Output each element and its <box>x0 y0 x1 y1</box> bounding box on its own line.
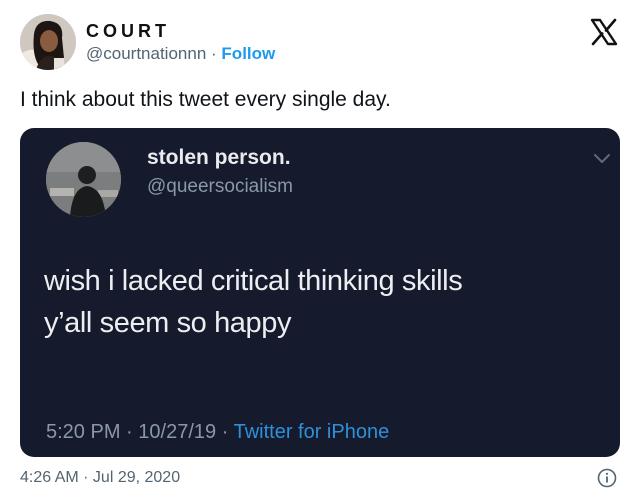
embedded-date: 10/27/19 <box>138 421 217 443</box>
avatar-photo <box>20 14 76 70</box>
embedded-avatar-photo <box>46 142 121 217</box>
follow-button[interactable]: Follow <box>221 44 275 63</box>
embedded-source: Twitter for iPhone <box>233 421 390 443</box>
x-logo-icon[interactable] <box>589 17 619 47</box>
separator-dot: · <box>221 421 229 443</box>
author-display-name[interactable]: COURT <box>86 21 170 42</box>
author-handle-line: @courtnationnn · Follow <box>86 44 275 64</box>
tweet-text: I think about this tweet every single da… <box>20 88 391 111</box>
embedded-avatar <box>46 142 121 217</box>
embedded-tweet-body: wish i lacked critical thinking skills y… <box>44 260 463 344</box>
embedded-body-line: wish i lacked critical thinking skills <box>44 265 463 297</box>
avatar[interactable] <box>20 14 76 70</box>
embedded-tweet-screenshot: stolen person. @queersocialism wish i la… <box>20 128 620 457</box>
embedded-meta: 5:20 PM · 10/27/19 · Twitter for iPhone <box>46 421 389 444</box>
info-icon[interactable] <box>597 468 617 488</box>
embedded-display-name: stolen person. <box>147 146 291 169</box>
tweet-card: COURT @courtnationnn · Follow I think ab… <box>0 0 640 497</box>
chevron-down-icon[interactable] <box>593 153 611 165</box>
author-handle[interactable]: @courtnationnn <box>86 44 206 63</box>
tweet-timestamp[interactable]: 4:26 AM · Jul 29, 2020 <box>20 469 180 487</box>
embedded-time: 5:20 PM <box>46 421 121 443</box>
embedded-body-line: y’all seem so happy <box>44 307 292 339</box>
embedded-handle: @queersocialism <box>147 176 294 197</box>
separator-dot: · <box>126 421 133 443</box>
separator-dot: · <box>211 44 217 63</box>
